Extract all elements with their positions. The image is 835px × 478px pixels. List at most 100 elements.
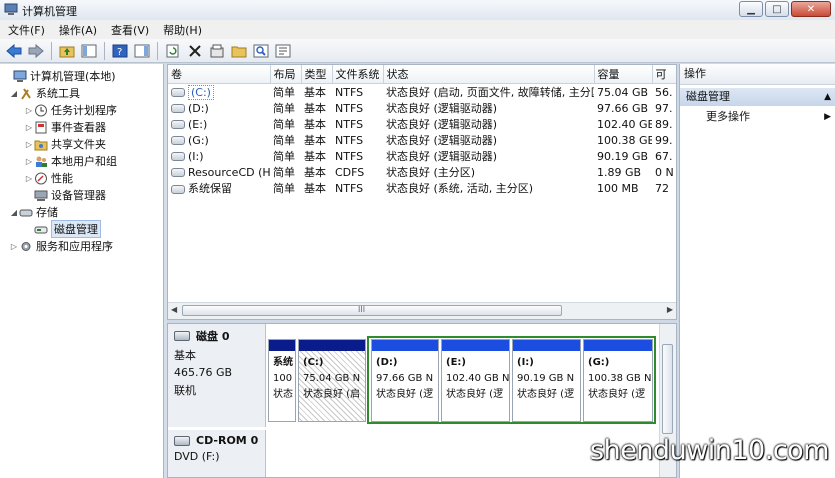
volume-name: (E:) bbox=[188, 117, 208, 131]
table-row[interactable]: ResourceCD (H:) 简单 基本 CDFS 状态良好 (主分区) 1.… bbox=[168, 164, 676, 180]
menu-action[interactable]: 操作(A) bbox=[59, 22, 97, 38]
tree-item-disk-management[interactable]: 磁盘管理 bbox=[24, 220, 101, 238]
tree-expand-arrow[interactable]: ▷ bbox=[24, 106, 34, 115]
disk-0-info[interactable]: 磁盘 0 基本 465.76 GB 联机 bbox=[168, 324, 266, 427]
scroll-right-icon[interactable]: ▶ bbox=[667, 305, 673, 314]
forward-arrow-icon bbox=[28, 43, 44, 58]
table-row[interactable]: (G:) 简单 基本 NTFS 状态良好 (逻辑驱动器) 100.38 GB 9… bbox=[168, 132, 676, 148]
partition-text: (E:) 102.40 GB N 状态良好 (逻 bbox=[442, 351, 509, 403]
horizontal-scrollbar[interactable]: ◀ III ▶ bbox=[168, 302, 676, 319]
close-button[interactable]: ✕ bbox=[791, 1, 831, 17]
forward-button[interactable] bbox=[26, 41, 46, 61]
partition-status: 状态良好 (逻 bbox=[588, 389, 646, 400]
tree-expand-arrow[interactable]: ▷ bbox=[24, 157, 34, 166]
tree-expand-arrow[interactable]: ▷ bbox=[24, 174, 34, 183]
refresh-button[interactable] bbox=[163, 41, 183, 61]
table-row[interactable]: 系统保留 简单 基本 NTFS 状态良好 (系统, 活动, 主分区) 100 M… bbox=[168, 180, 676, 196]
cdrom-0-info[interactable]: CD-ROM 0 DVD (F:) bbox=[168, 430, 266, 477]
tree-item-device-manager[interactable]: 设备管理器 bbox=[24, 187, 106, 203]
search-button[interactable] bbox=[251, 41, 271, 61]
column-header-layout[interactable]: 布局 bbox=[270, 65, 302, 84]
actions-section-disk-management[interactable]: 磁盘管理 ▲ bbox=[680, 88, 835, 106]
partition-g[interactable]: (G:) 100.38 GB N 状态良好 (逻 bbox=[583, 339, 653, 422]
toolbar: ? bbox=[0, 39, 835, 63]
show-hide-tree-button[interactable] bbox=[79, 41, 99, 61]
partition-e[interactable]: (E:) 102.40 GB N 状态良好 (逻 bbox=[441, 339, 510, 422]
table-row[interactable]: (C:) 简单 基本 NTFS 状态良好 (启动, 页面文件, 故障转储, 主分… bbox=[168, 84, 676, 101]
partition-system-reserved[interactable]: 系统 100 状态 bbox=[268, 339, 296, 422]
table-cell: 基本 bbox=[304, 134, 326, 147]
up-folder-button[interactable] bbox=[57, 41, 77, 61]
tree-item-computer-management[interactable]: 计算机管理(本地) bbox=[3, 68, 116, 84]
tree-collapse-arrow[interactable]: ◢ bbox=[9, 208, 19, 217]
computer-icon bbox=[13, 70, 27, 82]
table-row[interactable]: (D:) 简单 基本 NTFS 状态良好 (逻辑驱动器) 97.66 GB 97… bbox=[168, 100, 676, 116]
show-action-pane-button[interactable] bbox=[132, 41, 152, 61]
tree-item-event-viewer[interactable]: ▷ 事件查看器 bbox=[24, 119, 106, 135]
services-icon bbox=[21, 241, 31, 251]
column-header-filesystem[interactable]: 文件系统 bbox=[332, 65, 384, 84]
partition-i[interactable]: (I:) 90.19 GB N 状态良好 (逻 bbox=[512, 339, 581, 422]
scroll-left-icon[interactable]: ◀ bbox=[171, 305, 177, 314]
volume-name: ResourceCD (H:) bbox=[188, 165, 270, 179]
menu-file[interactable]: 文件(F) bbox=[8, 22, 45, 38]
export-list-button[interactable] bbox=[273, 41, 293, 61]
partition-selected-hatch: (C:) 75.04 GB N 状态良好 (启 bbox=[299, 351, 365, 421]
partition-size: 102.40 GB N bbox=[446, 373, 510, 384]
tree-item-local-users-groups[interactable]: ▷ 本地用户和组 bbox=[24, 153, 117, 169]
partition-bar bbox=[513, 340, 580, 351]
minimize-button[interactable]: ▁ bbox=[739, 1, 763, 17]
table-row[interactable]: (E:) 简单 基本 NTFS 状态良好 (逻辑驱动器) 102.40 GB 8… bbox=[168, 116, 676, 132]
tree-collapse-arrow[interactable]: ◢ bbox=[9, 89, 19, 98]
table-cell: NTFS bbox=[335, 133, 364, 147]
partition-bar bbox=[299, 340, 365, 351]
console-tree-icon bbox=[81, 44, 97, 57]
delete-button[interactable] bbox=[185, 41, 205, 61]
tree-expand-arrow[interactable]: ▷ bbox=[24, 123, 34, 132]
scrollbar-thumb[interactable] bbox=[182, 305, 562, 316]
tree-item-shared-folders[interactable]: ▷ 共享文件夹 bbox=[24, 136, 106, 152]
table-row[interactable]: (I:) 简单 基本 NTFS 状态良好 (逻辑驱动器) 90.19 GB 67… bbox=[168, 148, 676, 164]
table-cell: 97. bbox=[655, 101, 673, 115]
column-header-free[interactable]: 可 bbox=[652, 65, 676, 84]
tree-item-services-apps[interactable]: ▷ 服务和应用程序 bbox=[9, 238, 113, 254]
back-button[interactable] bbox=[4, 41, 24, 61]
maximize-button[interactable]: □ bbox=[765, 1, 789, 17]
more-actions-item[interactable]: 更多操作 ▶ bbox=[680, 108, 835, 126]
window-title: 计算机管理 bbox=[22, 5, 77, 18]
help-button[interactable]: ? bbox=[110, 41, 130, 61]
window-controls: ▁ □ ✕ bbox=[739, 1, 831, 17]
table-cell: 简单 bbox=[273, 166, 295, 179]
menu-help[interactable]: 帮助(H) bbox=[163, 22, 202, 38]
table-cell: 0 N bbox=[655, 165, 674, 179]
volume-icon bbox=[171, 136, 185, 145]
menu-view[interactable]: 查看(V) bbox=[111, 22, 149, 38]
table-cell: 状态良好 (主分区) bbox=[386, 166, 476, 179]
column-header-status[interactable]: 状态 bbox=[383, 65, 595, 84]
volume-icon bbox=[171, 184, 185, 194]
tree-item-task-scheduler[interactable]: ▷ 任务计划程序 bbox=[24, 102, 117, 118]
tree-expand-arrow[interactable]: ▷ bbox=[9, 242, 19, 251]
table-cell: 状态良好 (启动, 页面文件, 故障转储, 主分区) bbox=[386, 86, 594, 99]
volume-table-header: 卷 布局 类型 文件系统 状态 容量 可 bbox=[168, 65, 676, 84]
scrollbar-grip: III bbox=[358, 305, 366, 314]
action-pane-icon bbox=[134, 44, 150, 57]
partition-c[interactable]: (C:) 75.04 GB N 状态良好 (启 bbox=[298, 339, 366, 422]
table-cell: 56. bbox=[655, 85, 673, 99]
open-folder-button[interactable] bbox=[229, 41, 249, 61]
table-cell: 状态良好 (系统, 活动, 主分区) bbox=[386, 182, 534, 195]
column-header-capacity[interactable]: 容量 bbox=[594, 65, 653, 84]
column-header-volume[interactable]: 卷 bbox=[168, 65, 271, 84]
properties-button[interactable] bbox=[207, 41, 227, 61]
partition-d[interactable]: (D:) 97.66 GB N 状态良好 (逻 bbox=[371, 339, 439, 422]
performance-icon bbox=[35, 172, 47, 184]
tree-expand-arrow[interactable]: ▷ bbox=[24, 140, 34, 149]
tree-item-system-tools[interactable]: ◢ 系统工具 bbox=[9, 85, 80, 101]
column-header-type[interactable]: 类型 bbox=[301, 65, 333, 84]
collapse-up-icon[interactable]: ▲ bbox=[824, 88, 831, 106]
tree-item-performance[interactable]: ▷ 性能 bbox=[24, 170, 73, 186]
scrollbar-thumb[interactable] bbox=[662, 344, 673, 434]
device-manager-icon bbox=[34, 190, 48, 201]
table-cell: 75.04 GB bbox=[597, 85, 649, 99]
tree-item-storage[interactable]: ◢ 存储 bbox=[9, 204, 58, 220]
